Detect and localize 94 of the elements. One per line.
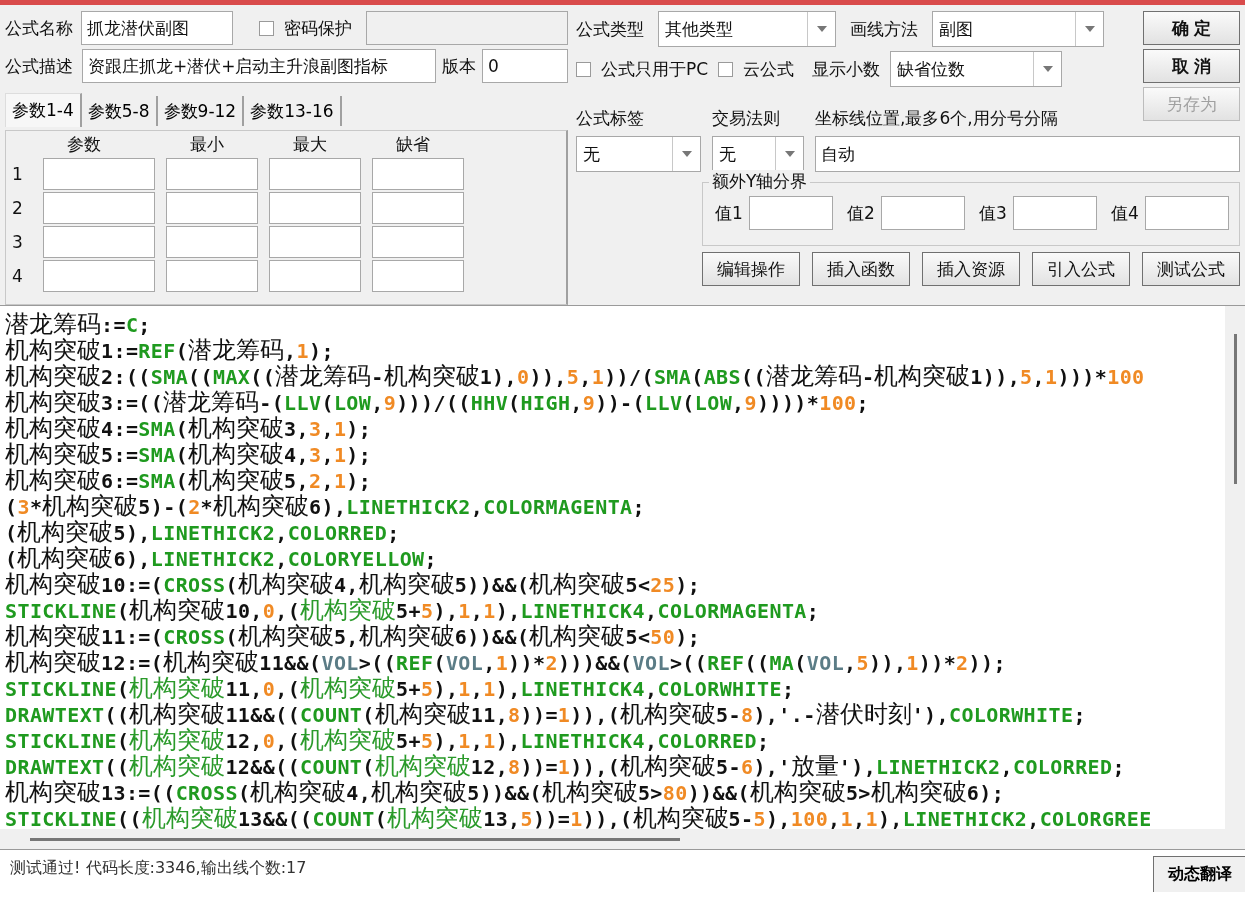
parameter-field[interactable] [43,192,155,224]
code-line: 机构突破10:=(CROSS(机构突破4,机构突破5))&&(机构突破5<25); [5,571,702,597]
field-label: 坐标线位置,最多6个,用分号分隔 [815,107,1059,130]
code-line: 潜龙筹码:=C; [5,311,152,337]
axis-lines-field[interactable]: 自动 [815,136,1240,172]
caret-icon [816,26,827,32]
parameter-field[interactable] [372,158,464,190]
code-line: 机构突破3:=((潜龙筹码-(LLV(LOW,9)))/((HHV(HIGH,9))-(LLV(LOW,9))))*100; [5,389,870,415]
row-number: 1 [12,163,24,186]
field-label: 公式类型 [576,17,644,41]
parameter-field[interactable] [372,226,464,258]
value-field[interactable] [1144,196,1229,230]
parameter-field[interactable] [166,158,258,190]
caret-icon [1042,66,1053,72]
parameter-field[interactable] [269,192,361,224]
code-line: STICKLINE((机构突破13&&((COUNT(机构突破13,5))=1)),(机构突破5-5),100,1,1),LINETHICK2,COLORGREE [5,805,1153,829]
row-number: 2 [12,197,24,220]
tool-button[interactable]: 插入资源 [922,252,1020,286]
value-field[interactable] [748,196,833,230]
checkbox[interactable] [576,61,591,77]
field-label: 显示小数 [812,57,881,81]
row-number: 4 [12,265,24,288]
tool-button[interactable]: 编辑操作 [702,252,800,286]
code-line: 机构突破4:=SMA(机构突破3,3,1); [5,415,373,441]
scrollbar[interactable] [1233,334,1237,484]
column-header: 最小 [189,133,225,156]
parameter-field[interactable] [166,260,258,292]
parameter-field[interactable] [269,226,361,258]
column-header: 缺省 [395,133,431,156]
caret-icon [681,151,692,157]
parameter-field[interactable] [269,158,361,190]
checkbox-label: 公式只用于PC [601,57,709,81]
field-label: 值1 [715,201,743,225]
column-header: 最大 [292,133,328,156]
parameter-field[interactable] [43,158,155,190]
parameter-field[interactable] [166,192,258,224]
scrollbar[interactable] [30,837,680,841]
caret-icon [784,151,795,157]
code-line: (3*机构突破5)-(2*机构突破6),LINETHICK2,COLORMAGENTA; [5,493,646,519]
group-title: 额外Y轴分界 [709,170,811,193]
checkbox-label: 密码保护 [284,16,352,40]
version-field[interactable]: 0 [482,49,568,83]
field-label: 版本 [442,54,476,78]
dialog-button[interactable]: 取 消 [1143,49,1240,83]
value-field[interactable] [1012,196,1097,230]
code-line: STICKLINE(机构突破12,0,(机构突破5+5),1,1),LINETHICK4,COLORRED; [5,727,771,753]
caret-icon [1084,26,1095,32]
code-line: STICKLINE(机构突破10,0,(机构突破5+5),1,1),LINETHICK4,COLORMAGENTA; [5,597,821,623]
checkbox[interactable] [259,20,274,36]
code-line: 机构突破11:=(CROSS(机构突破5,机构突破6))&&(机构突破5<50); [5,623,702,649]
row-number: 3 [12,231,24,254]
description-field[interactable]: 资跟庄抓龙+潜伏+启动主升浪副图指标 [82,49,436,83]
dropdown[interactable]: 无 [712,136,804,172]
code-line: 机构突破6:=SMA(机构突破5,2,1); [5,467,373,493]
code-line: 机构突破12:=(机构突破11&&(VOL>((REF(VOL,1))*2)))&&(VOL>((REF((MA(VOL,5)),1))*2)); [5,649,1007,675]
field-label: 值2 [847,201,875,225]
parameter-field[interactable] [166,226,258,258]
dropdown[interactable]: 其他类型 [658,11,836,47]
code-line: 机构突破13:=((CROSS(机构突破4,机构突破5))&&(机构突破5>80))&&(机构突破5>机构突破6); [5,779,1006,805]
code-line: (机构突破5),LINETHICK2,COLORRED; [5,519,401,545]
field-label: 公式名称 [5,16,73,40]
parameter-field[interactable] [269,260,361,292]
column-header: 参数 [66,133,102,156]
field-label: 画线方法 [850,17,918,41]
checkbox[interactable] [718,61,734,77]
status-message: 测试通过! 代码长度:3346,输出线个数:17 [9,857,307,879]
tool-button[interactable]: 插入函数 [812,252,910,286]
dropdown[interactable]: 副图 [932,11,1104,47]
parameter-field[interactable] [372,260,464,292]
tab[interactable]: 参数1-4 [5,93,82,127]
dropdown[interactable]: 缺省位数 [890,51,1063,87]
name-field[interactable]: 抓龙潜伏副图 [81,11,233,45]
checkbox-label: 云公式 [743,57,795,81]
parameter-field[interactable] [43,260,155,292]
dialog-button[interactable]: 确 定 [1143,11,1240,45]
field-label: 公式标签 [576,107,645,130]
code-line: 机构突破5:=SMA(机构突破4,3,1); [5,441,373,467]
field-label: 值4 [1111,201,1139,225]
code-line: STICKLINE(机构突破11,0,(机构突破5+5),1,1),LINETHICK4,COLORWHITE; [5,675,796,701]
field-label: 公式描述 [5,54,73,78]
code-line: (机构突破6),LINETHICK2,COLORYELLOW; [5,545,438,571]
field-label: 交易法则 [712,107,781,130]
parameter-field[interactable] [43,226,155,258]
tool-button[interactable]: 测试公式 [1142,252,1240,286]
code-line: 机构突破1:=REF(潜龙筹码,1); [5,337,335,363]
field-label: 值3 [979,201,1007,225]
dropdown[interactable]: 无 [576,136,701,172]
code-line: DRAWTEXT((机构突破12&&((COUNT(机构突破12,8))=1)),(机构突破5-6),'放量'),LINETHICK2,COLORRED; [5,753,1126,779]
translate-button[interactable]: 动态翻译 [1153,856,1245,892]
code-line: 机构突破2:((SMA((MAX((潜龙筹码-机构突破1),0)),5,1))/(SMA(ABS((潜龙筹码-机构突破1)),5,1)))*100 [5,363,1146,389]
value-field[interactable] [880,196,965,230]
parameter-field[interactable] [372,192,464,224]
code-line: DRAWTEXT((机构突破11&&((COUNT(机构突破11,8))=1)),(机构突破5-8),'.-潜伏时刻'),COLORWHITE; [5,701,1087,727]
tool-button[interactable]: 引入公式 [1032,252,1130,286]
